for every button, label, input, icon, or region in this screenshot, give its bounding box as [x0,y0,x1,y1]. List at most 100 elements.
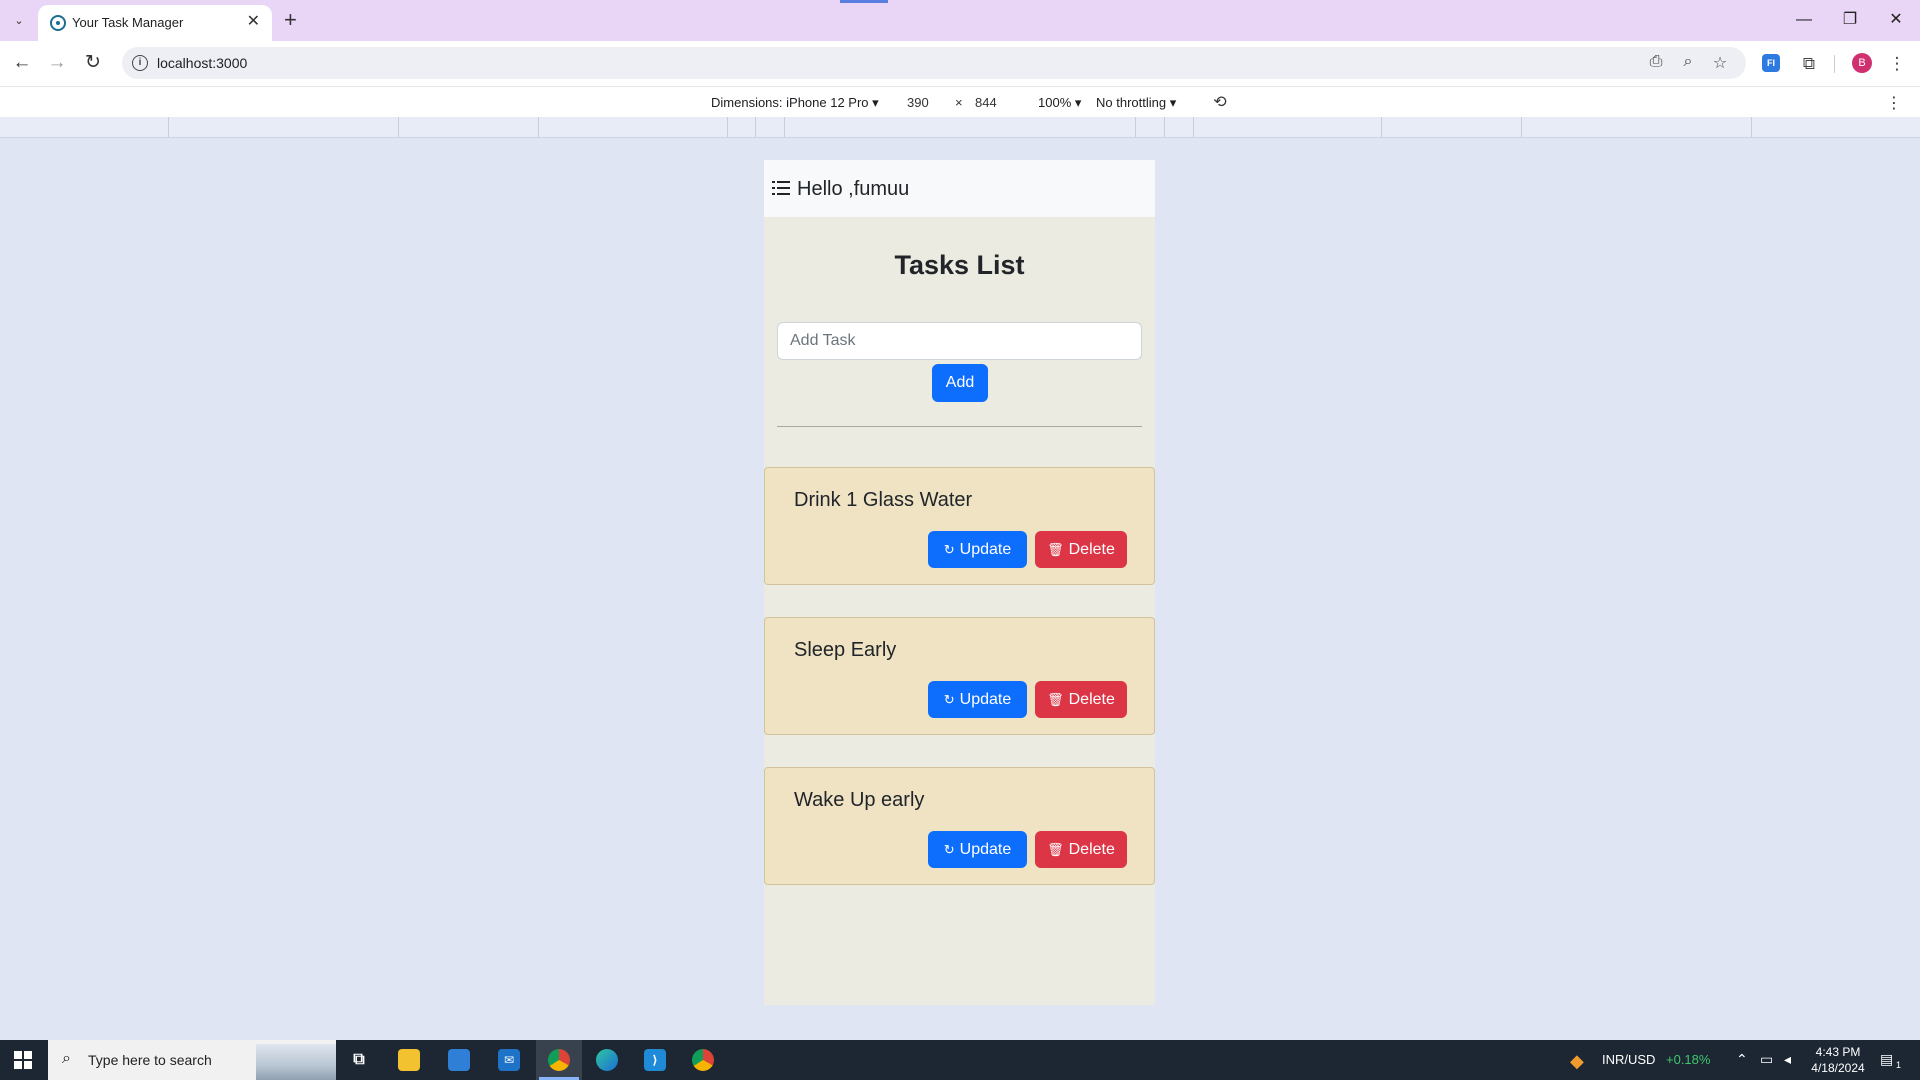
device-toolbar-more-icon[interactable]: ⋮ [1886,93,1902,113]
notification-center-icon[interactable]: ▤ [1880,1051,1893,1068]
reload-button[interactable]: ↻ [81,51,105,75]
notification-count: 1 [1896,1060,1902,1070]
ticker-pair[interactable]: INR/USD [1602,1052,1655,1067]
clock-time: 4:43 PM [1815,1045,1861,1059]
zoom-label: 100% [1038,95,1072,110]
taskbar-clock[interactable]: 4:43 PM 4/18/2024 [1802,1044,1874,1076]
tab-strip-accent [840,0,888,3]
minimize-button[interactable]: — [1792,8,1816,32]
ruler-mark [1164,117,1165,138]
ruler-mark [1751,117,1752,138]
delete-task-button[interactable]: 🗑 Delete [1035,831,1127,868]
browser-menu-icon[interactable]: ⋮ [1886,53,1908,75]
ruler-mark [1193,117,1194,138]
search-highlight-image [256,1044,336,1080]
device-viewport: Hello ,fumuu Tasks List Add Drink 1 Glas… [764,160,1155,1005]
refresh-icon: ↻ [943,542,955,557]
update-label: Update [959,840,1012,858]
browser-toolbar: ← → ↻ i localhost:3000 ⎙ ⌕ ☆ FI ⧉ B ⋮ [0,41,1920,86]
delete-task-button[interactable]: 🗑 Delete [1035,681,1127,718]
device-dimensions-label: Dimensions: iPhone 12 Pro [711,95,869,110]
update-label: Update [959,540,1012,558]
media-query-ruler [0,117,1920,138]
trash-icon: 🗑 [1047,692,1064,707]
browser-tab-active[interactable]: Your Task Manager ✕ [38,5,272,41]
back-button[interactable]: ← [10,51,34,75]
clock-date: 4/18/2024 [1811,1061,1865,1075]
device-dimensions-select[interactable]: Dimensions: iPhone 12 Pro ▾ [711,95,879,111]
rotate-icon[interactable]: ⟲ [1209,92,1231,112]
zoom-icon[interactable]: ⌕ [1678,53,1698,71]
delete-label: Delete [1068,690,1115,708]
bookmark-star-icon[interactable]: ☆ [1710,53,1730,73]
task-text: Wake Up early [794,789,925,811]
update-task-button[interactable]: ↻ Update [928,531,1027,568]
search-icon: ⌕ [62,1050,71,1067]
close-window-button[interactable]: ✕ [1884,8,1908,32]
ruler-mark [538,117,539,138]
device-width-input[interactable]: 390 [907,95,929,110]
restore-button[interactable]: ❐ [1838,8,1862,32]
update-task-button[interactable]: ↻ Update [928,681,1027,718]
ticker-change[interactable]: +0.18% [1666,1052,1710,1067]
delete-task-button[interactable]: 🗑 Delete [1035,531,1127,568]
divider [777,426,1142,427]
extension-icon[interactable]: FI [1762,54,1780,72]
tab-strip: ⌄ Your Task Manager ✕ + — ❐ ✕ [0,0,1920,41]
toolbar-separator [1834,55,1835,73]
dimension-times-icon: × [955,95,963,110]
add-task-input[interactable] [777,322,1142,360]
install-app-icon[interactable]: ⎙ [1646,53,1666,71]
edge-icon[interactable] [584,1040,630,1080]
microsoft-store-icon[interactable] [436,1040,482,1080]
file-explorer-icon[interactable] [386,1040,432,1080]
windows-taskbar: ⌕ Type here to search ⧉ ✉ ⟩ ◆ INR/USD +0… [0,1040,1920,1080]
new-tab-button[interactable]: + [284,8,297,32]
tab-close-icon[interactable]: ✕ [247,13,260,31]
windows-start-icon[interactable] [14,1051,32,1069]
taskbar-search-box[interactable]: ⌕ Type here to search [48,1040,336,1080]
url-text[interactable]: localhost:3000 [157,55,247,71]
zoom-select[interactable]: 100% ▾ [1038,95,1081,111]
site-info-icon[interactable]: i [132,55,148,71]
tab-title: Your Task Manager [72,15,184,30]
chrome-icon[interactable] [680,1040,726,1080]
extensions-puzzle-icon[interactable]: ⧉ [1798,53,1820,75]
ruler-mark [727,117,728,138]
refresh-icon: ↻ [943,842,955,857]
ruler-mark [1381,117,1382,138]
vscode-icon[interactable]: ⟩ [632,1040,678,1080]
task-text: Sleep Early [794,639,897,661]
volume-icon[interactable]: ◂ [1784,1051,1791,1068]
list-icon[interactable] [772,180,790,196]
trash-icon: 🗑 [1047,842,1064,857]
refresh-icon: ↻ [943,692,955,707]
trash-icon: 🗑 [1047,542,1064,557]
chevron-down-icon: ▾ [872,95,879,110]
user-greeting: Hello ,fumuu [797,178,910,200]
delete-label: Delete [1068,540,1115,558]
page-title: Tasks List [894,250,1025,280]
network-icon[interactable]: ▭ [1760,1051,1773,1068]
add-task-button[interactable]: Add [932,364,988,402]
ruler-mark [1521,117,1522,138]
task-card: Drink 1 Glass Water ↻ Update 🗑 Delete [764,467,1155,585]
task-card: Sleep Early ↻ Update 🗑 Delete [764,617,1155,735]
update-task-button[interactable]: ↻ Update [928,831,1027,868]
task-card: Wake Up early ↻ Update 🗑 Delete [764,767,1155,885]
device-height-input[interactable]: 844 [975,95,997,110]
task-view-icon[interactable]: ⧉ [336,1040,382,1080]
chrome-icon[interactable] [536,1040,582,1080]
task-text: Drink 1 Glass Water [794,489,973,511]
profile-avatar[interactable]: B [1852,53,1872,73]
throttling-select[interactable]: No throttling ▾ [1096,95,1176,111]
delete-label: Delete [1068,840,1115,858]
mail-icon[interactable]: ✉ [486,1040,532,1080]
show-hidden-icons-chevron-icon[interactable]: ⌃ [1736,1051,1748,1068]
tab-search-chevron-icon[interactable]: ⌄ [8,9,30,31]
currency-ticker-icon: ◆ [1570,1051,1584,1071]
forward-button[interactable]: → [45,51,69,75]
address-bar[interactable]: i localhost:3000 ⎙ ⌕ ☆ [122,47,1746,79]
chevron-down-icon: ▾ [1169,95,1177,110]
ruler-mark [168,117,169,138]
